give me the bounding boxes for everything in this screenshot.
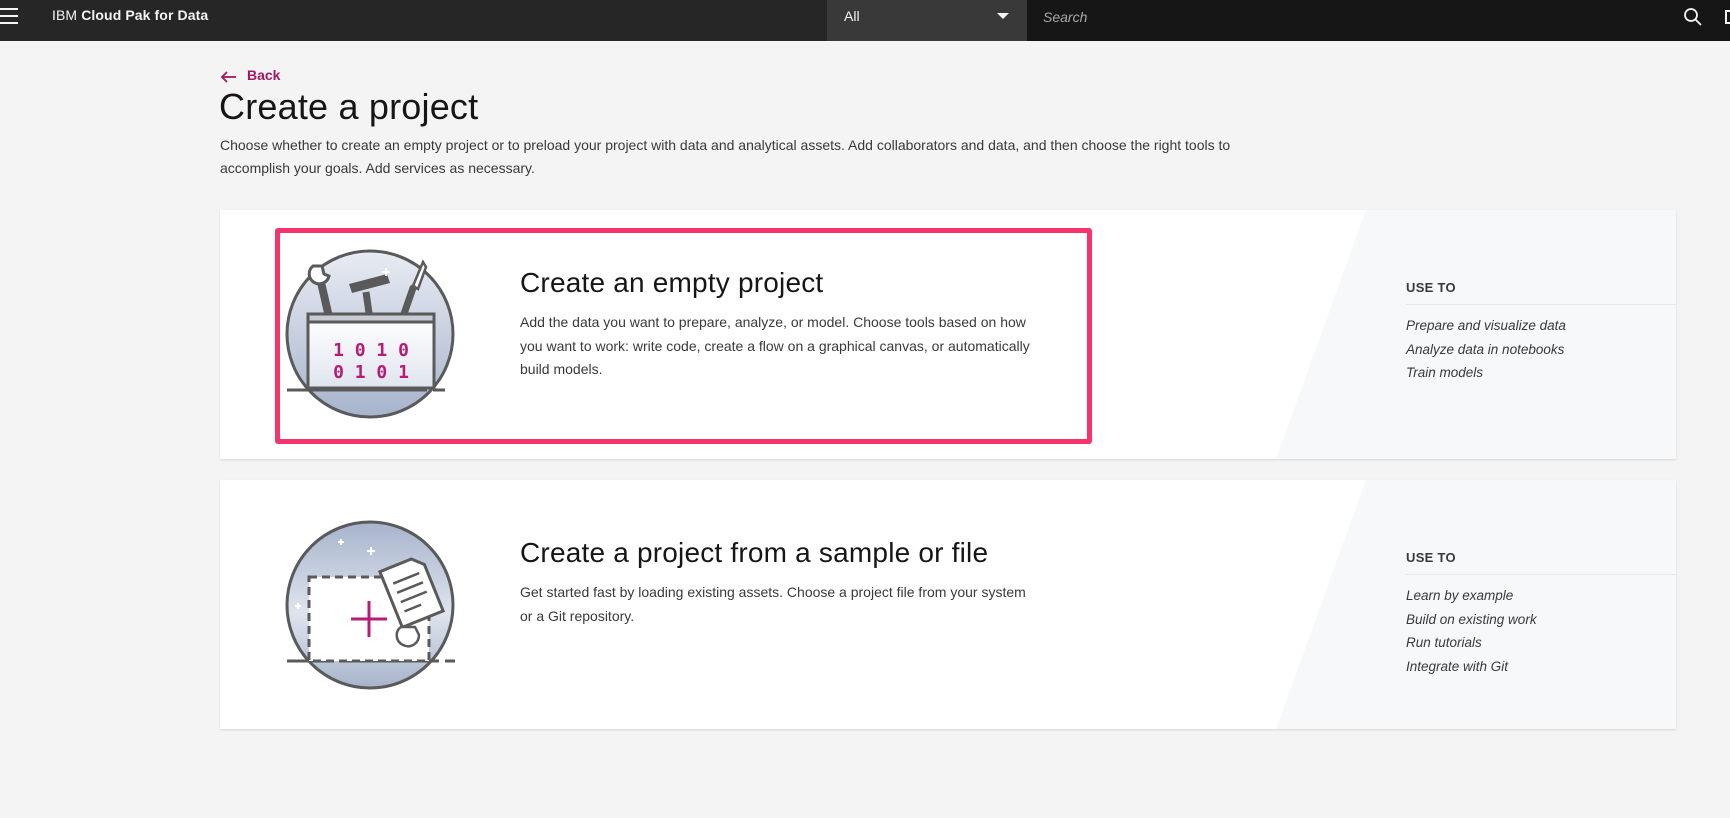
use-to-item: Prepare and visualize data <box>1406 318 1566 333</box>
use-to-item: Analyze data in notebooks <box>1406 341 1565 357</box>
hamburger-menu-icon[interactable] <box>0 8 20 25</box>
use-to-item: Integrate with Git <box>1406 658 1509 674</box>
binary-line-2: 0 1 0 1 <box>333 362 409 383</box>
search-icon[interactable] <box>1683 7 1703 27</box>
top-navigation-bar: IBM Cloud Pak for Data All <box>0 0 1730 41</box>
tile-title: Create an empty project <box>520 267 824 298</box>
binary-line-1: 1 0 1 0 <box>333 340 409 361</box>
caret-down-icon <box>997 13 1009 19</box>
use-to-list: USE TO Prepare and visualize data Analyz… <box>1406 280 1676 385</box>
toolbox-illustration: 1 0 1 0 0 1 0 1 <box>285 249 455 419</box>
side-panel-toggle[interactable] <box>1717 0 1730 41</box>
brand-name: Cloud Pak for Data <box>81 7 209 23</box>
search-scope-dropdown[interactable]: All <box>827 0 1027 41</box>
use-to-item: Build on existing work <box>1406 611 1537 627</box>
create-empty-project-tile[interactable]: 1 0 1 0 0 1 0 1 Create an empty project … <box>220 210 1676 459</box>
use-to-item: Learn by example <box>1406 588 1514 603</box>
page-description: Choose whether to create an empty projec… <box>220 137 1231 176</box>
use-to-item: Train models <box>1406 365 1484 380</box>
brand-prefix: IBM <box>52 7 78 23</box>
arrow-left-icon <box>220 71 236 83</box>
use-to-heading: USE TO <box>1406 280 1676 305</box>
global-search <box>1027 0 1717 41</box>
tile-title: Create a project from a sample or file <box>520 537 989 568</box>
back-link[interactable]: Back <box>220 66 280 84</box>
search-input[interactable] <box>1043 6 1623 28</box>
tile-description: Add the data you want to prepare, analyz… <box>520 314 1030 377</box>
import-file-illustration <box>285 520 455 690</box>
back-label: Back <box>247 67 281 83</box>
page-title: Create a project <box>219 86 479 127</box>
create-project-from-file-tile[interactable]: Create a project from a sample or file G… <box>220 480 1676 729</box>
use-to-heading: USE TO <box>1406 550 1676 575</box>
product-brand[interactable]: IBM Cloud Pak for Data <box>52 7 208 23</box>
use-to-list: USE TO Learn by example Build on existin… <box>1406 550 1676 678</box>
search-scope-value: All <box>844 8 860 24</box>
tile-description: Get started fast by loading existing ass… <box>520 584 1026 624</box>
use-to-item: Run tutorials <box>1406 635 1482 650</box>
